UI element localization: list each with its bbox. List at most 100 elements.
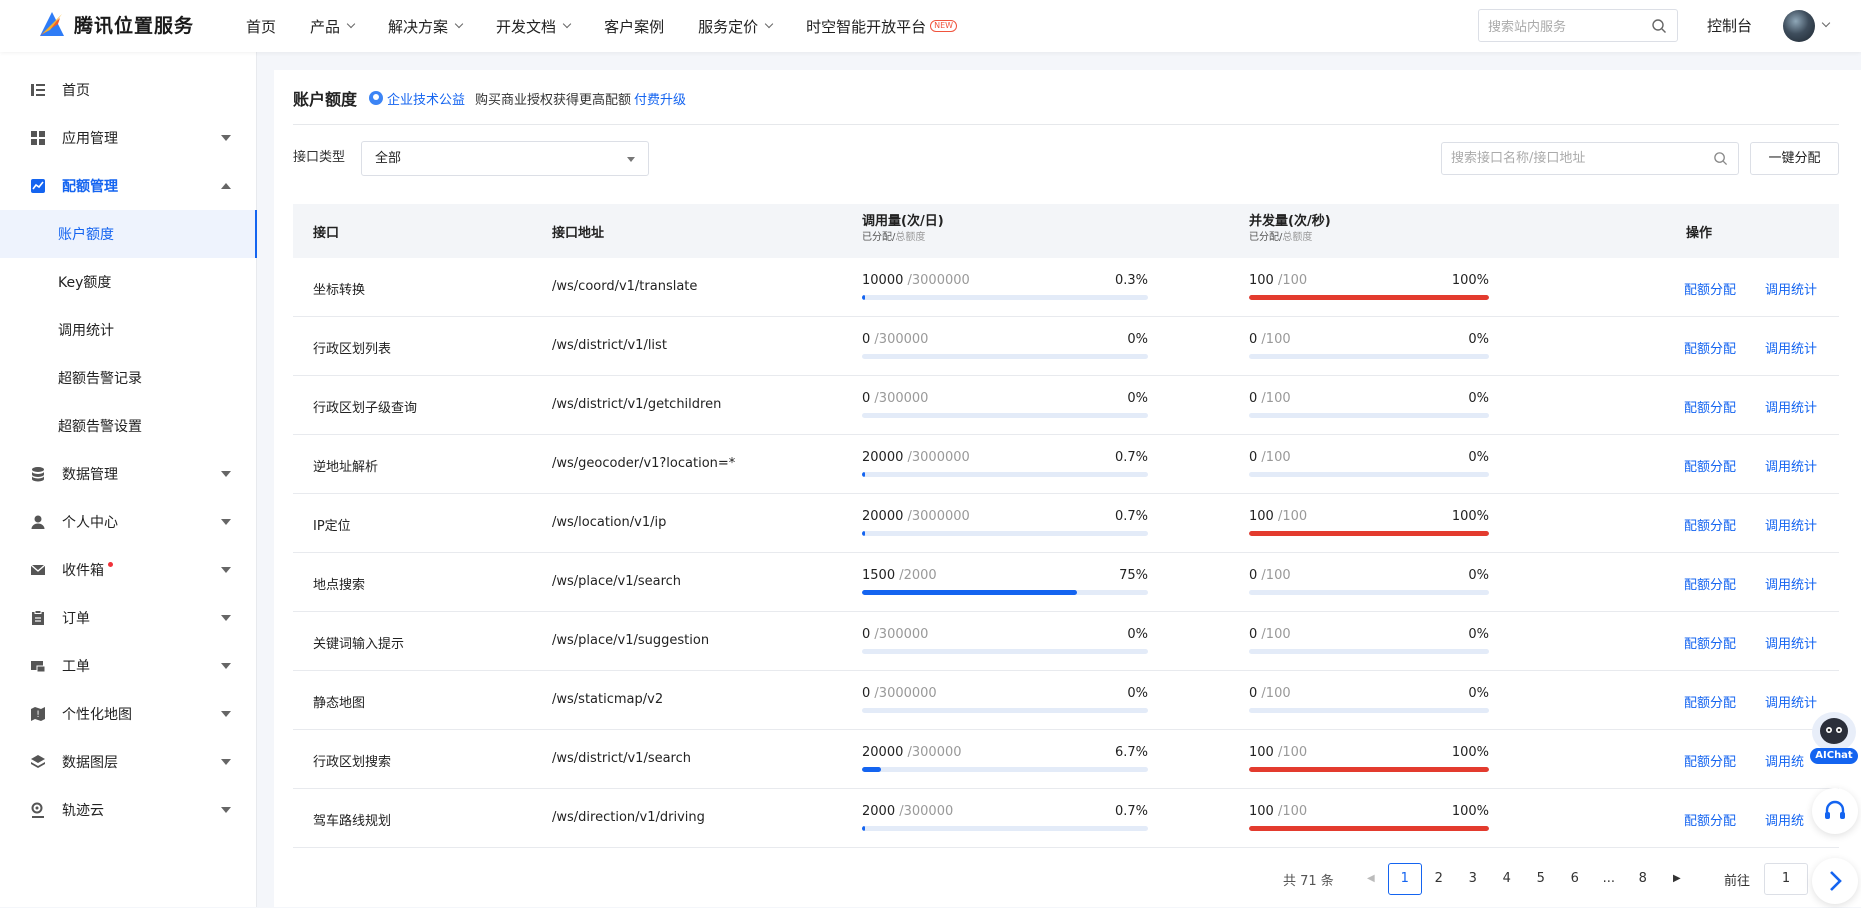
quota-assign-link[interactable]: 配额分配 xyxy=(1684,692,1736,711)
nav-item[interactable]: 解决方案 xyxy=(388,0,464,52)
nav-item[interactable]: 客户案例 xyxy=(604,0,664,52)
usage-progress-track xyxy=(862,472,1148,477)
col-concurrency-sub: 已分配/总额度 xyxy=(1249,230,1331,246)
call-stats-link[interactable]: 调用统计 xyxy=(1765,456,1817,475)
call-stats-link[interactable]: 调用统计 xyxy=(1765,397,1817,416)
sidebar-item-orders[interactable]: 订单 xyxy=(0,594,257,642)
prev-page-icon[interactable]: ◀ xyxy=(1354,863,1388,895)
nav-item-label: 首页 xyxy=(246,17,277,36)
search-icon[interactable] xyxy=(1713,151,1728,166)
sidebar-item-track-cloud[interactable]: 轨迹云 xyxy=(0,786,257,834)
quota-assign-link[interactable]: 配额分配 xyxy=(1684,456,1736,475)
page-button[interactable]: 1 xyxy=(1387,863,1422,895)
sidebar-item-inbox[interactable]: 收件箱 xyxy=(0,546,257,594)
concurrency-progress-track xyxy=(1249,354,1489,359)
col-conc-sub-allocated: 已分配/ xyxy=(1249,232,1283,243)
usage-progress-fill xyxy=(862,767,882,772)
quota-assign-link[interactable]: 配额分配 xyxy=(1684,515,1736,534)
quota-assign-link[interactable]: 配额分配 xyxy=(1684,751,1736,770)
nav-item-label: 时空智能开放平台 xyxy=(806,17,927,36)
quota-assign-link[interactable]: 配额分配 xyxy=(1684,397,1736,416)
sidebar-item-profile[interactable]: 个人中心 xyxy=(0,498,257,546)
sidebar-subitem-account-quota[interactable]: 账户额度 xyxy=(0,210,257,258)
call-stats-link[interactable]: 调用统 xyxy=(1765,810,1804,829)
usage-percent: 0.7% xyxy=(1114,509,1148,524)
call-stats-link[interactable]: 调用统计 xyxy=(1765,633,1817,652)
nav-item[interactable]: 首页 xyxy=(246,0,276,52)
call-stats-link[interactable]: 调用统计 xyxy=(1765,515,1817,534)
nav-item[interactable]: 开发文档 xyxy=(496,0,572,52)
list-icon xyxy=(31,84,45,96)
assign-all-button[interactable]: 一键分配 xyxy=(1750,142,1839,175)
call-stats-link[interactable]: 调用统 xyxy=(1765,751,1804,770)
api-type-select[interactable]: 全部 xyxy=(361,141,649,176)
console-link[interactable]: 控制台 xyxy=(1707,0,1752,52)
inbox-label: 收件箱 xyxy=(62,563,104,579)
usage-percent: 0% xyxy=(1127,686,1148,701)
robot-icon xyxy=(1820,718,1848,744)
chevron-down-icon xyxy=(562,19,572,29)
site-search-input[interactable]: 搜索站内服务 xyxy=(1478,9,1678,42)
sidebar-item-apps[interactable]: 应用管理 xyxy=(0,114,257,162)
scroll-next-button[interactable] xyxy=(1812,858,1858,904)
nav-item[interactable]: 时空智能开放平台 NEW xyxy=(806,0,958,52)
concurrency-used: 0 xyxy=(1249,450,1258,465)
sidebar-subitem-alert-settings[interactable]: 超额告警设置 xyxy=(0,402,257,450)
chevron-down-icon[interactable] xyxy=(1821,18,1831,28)
upgrade-link[interactable]: 付费升级 xyxy=(634,89,686,108)
pagination-ellipsis[interactable]: ... xyxy=(1592,863,1626,895)
logo[interactable]: 腾讯位置服务 xyxy=(36,8,194,40)
page-button[interactable]: 8 xyxy=(1626,863,1660,895)
avatar[interactable] xyxy=(1783,10,1815,42)
usage-total: /3000000 xyxy=(907,273,970,288)
search-icon[interactable] xyxy=(1651,18,1667,34)
col-usage: 调用量(次/日) 已分配/总额度 xyxy=(862,214,944,246)
sidebar-item-data-layers[interactable]: 数据图层 xyxy=(0,738,257,786)
usage-used: 10000 xyxy=(862,273,904,288)
enterprise-tag[interactable]: 企业技术公益 xyxy=(369,89,465,108)
quota-assign-link[interactable]: 配额分配 xyxy=(1684,810,1736,829)
top-navbar: 腾讯位置服务 首页 产品 解决方案 开发文档 客户案例 服务定价 时空智能开放平台 NEW 搜… xyxy=(0,0,1861,52)
usage-progress-fill xyxy=(862,295,865,300)
ai-chat-button[interactable]: AIChat xyxy=(1810,712,1858,766)
sidebar-item-quota[interactable]: 配额管理 xyxy=(0,162,257,210)
usage-progress-track xyxy=(862,295,1148,300)
customer-service-button[interactable] xyxy=(1812,788,1858,834)
grid-icon xyxy=(31,131,45,145)
sidebar-subitem-call-stats[interactable]: 调用统计 xyxy=(0,306,257,354)
usage-values: 10000 /3000000 xyxy=(862,273,970,288)
sidebar-subitem-key-quota[interactable]: Key额度 xyxy=(0,258,257,306)
call-stats-link[interactable]: 调用统计 xyxy=(1765,574,1817,593)
goto-page-input[interactable]: 1 xyxy=(1764,863,1809,895)
page-button[interactable]: 6 xyxy=(1558,863,1592,895)
page-button[interactable]: 2 xyxy=(1422,863,1456,895)
usage-percent: 0% xyxy=(1127,627,1148,642)
page-button[interactable]: 4 xyxy=(1490,863,1524,895)
next-page-icon[interactable]: ▶ xyxy=(1660,863,1694,895)
sidebar-item-label: 超额告警设置 xyxy=(58,419,142,435)
usage-meter: 0 /300000 0% xyxy=(862,391,1148,421)
quota-assign-link[interactable]: 配额分配 xyxy=(1684,633,1736,652)
quota-assign-link[interactable]: 配额分配 xyxy=(1684,279,1736,298)
nav-item[interactable]: 产品 xyxy=(310,0,356,52)
quota-assign-link[interactable]: 配额分配 xyxy=(1684,338,1736,357)
sidebar-subitem-alert-records[interactable]: 超额告警记录 xyxy=(0,354,257,402)
quota-assign-link[interactable]: 配额分配 xyxy=(1684,574,1736,593)
concurrency-percent: 100% xyxy=(1451,509,1489,524)
sidebar-item-custom-map[interactable]: ! 个性化地图 xyxy=(0,690,257,738)
caret-down-icon xyxy=(221,471,231,477)
concurrency-values: 100 /100 xyxy=(1249,509,1307,524)
call-stats-link[interactable]: 调用统计 xyxy=(1765,692,1817,711)
sidebar-item-data[interactable]: 数据管理 xyxy=(0,450,257,498)
concurrency-values: 0 /100 xyxy=(1249,450,1291,465)
call-stats-link[interactable]: 调用统计 xyxy=(1765,279,1817,298)
sidebar-item-tickets[interactable]: 工单 xyxy=(0,642,257,690)
chevron-down-icon xyxy=(454,19,464,29)
usage-meter: 0 /300000 0% xyxy=(862,627,1148,657)
call-stats-link[interactable]: 调用统计 xyxy=(1765,338,1817,357)
nav-item[interactable]: 服务定价 xyxy=(698,0,774,52)
api-search-input[interactable]: 搜索接口名称/接口地址 xyxy=(1441,142,1739,175)
sidebar-item-home[interactable]: 首页 xyxy=(0,66,257,114)
page-button[interactable]: 5 xyxy=(1524,863,1558,895)
page-button[interactable]: 3 xyxy=(1456,863,1490,895)
